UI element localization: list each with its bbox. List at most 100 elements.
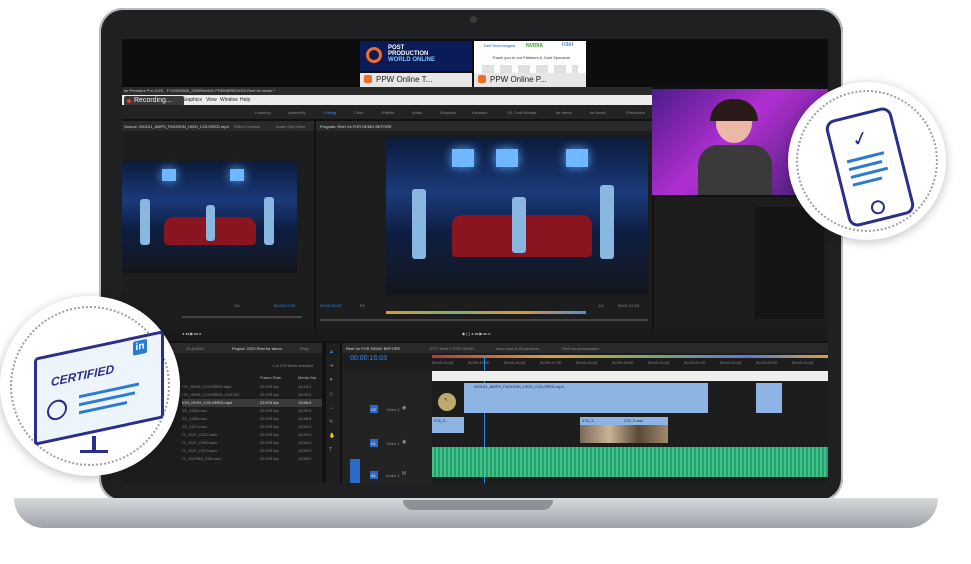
track-headers: V2 Video 2 V1 Video 1 A1 Audio 1 ◉ ◉ M [342,371,432,483]
program-timecode[interactable]: 00:00:16:03 [320,303,341,308]
razor-tool-icon[interactable]: ◇ [329,391,333,397]
table-row[interactable]: IY_1327_C050.mov 23.976 fps 19:54:0 [182,439,322,447]
program-zoom[interactable]: 1/4 [598,303,604,308]
workspace-audio[interactable]: Audio [412,110,422,115]
program-fit[interactable]: Fit [360,303,364,308]
col-media-start[interactable]: Media Sta [298,375,316,380]
workspace-el-cool-monitor[interactable]: EL Cool Monitor [508,110,537,115]
selection-tool-icon[interactable]: ▲ [329,349,334,355]
model-figure [206,205,215,241]
timeline-panel: Reel Vs FOR DEMO BEFORE ETS Tilmit 2 FOR… [342,343,828,483]
tab-source[interactable]: Source: 200101_AMPS_FASHION_HIGH_COLORED… [124,124,229,129]
program-title[interactable]: Program: Reel Vs FOR DEMO BEFORE [320,124,392,129]
type-tool-icon[interactable]: T [329,447,332,453]
table-row[interactable]: ST_1332.mov 23.976 fps 19:30:0 [182,407,322,415]
row-name: IY_1327_C073.mov [182,448,218,453]
table-row[interactable]: ITY_HIGH_COLORED_OUTDO 23.976 fps 15:02:… [182,391,322,399]
col-frame-rate[interactable]: Frame Rate [260,375,281,380]
items-selected: 1 of 179 items selected [272,363,314,368]
tab-audio-clip-mixer[interactable]: Audio Clip Mixer [276,124,305,129]
ppw-tab-right[interactable]: PPW Online P... [474,73,586,87]
tab-timeline-2[interactable]: ETS Tilmit 2 FOR DEMO [430,346,474,351]
tab-timeline-4[interactable]: Reel for presentation [562,346,599,351]
clip-video2-right[interactable] [756,383,782,413]
source-timecode[interactable]: 00:00:07:09 [274,303,295,308]
slip-tool-icon[interactable]: ↔ [329,405,334,411]
home-button-icon [869,198,887,216]
track-target-v2[interactable]: V2 [370,405,378,413]
clip-video1-a[interactable]: 076_0.. [432,417,464,433]
ruler-markers [432,355,828,358]
program-video-frame [386,137,648,295]
workspace-effects[interactable]: Effects [382,110,394,115]
workspace-graphics[interactable]: Graphics [440,110,456,115]
source-patch-a1[interactable] [350,459,360,483]
table-row-selected[interactable]: ION_HIGH_COLORED.mp4 23.976 fps 13:56:0 [182,399,322,407]
tab-timeline-3[interactable]: auto color to fit premiere [496,346,539,351]
clip-video1-b[interactable]: 376_3.. 376_3 aaa [580,417,668,443]
workspace-color[interactable]: Color [354,110,364,115]
row-rate: 23.976 fps [260,416,279,421]
timeline-ruler[interactable]: 00:00:14:00 00:00:15:00 00:00:16:00 00:0… [432,355,828,369]
ppw-tab-icon [478,75,486,83]
tab-project[interactable]: Project: 2020 Reel for demo [232,346,282,351]
program-duration: 00:01:22:23 [618,303,640,308]
row-start: 19:43:0 [298,432,312,437]
table-row[interactable]: ST_1326.mov 23.976 fps 19:46:5 [182,415,322,423]
table-row[interactable]: ITY_HIGH_COLORED.mp4 23.976 fps 14:24:2 [182,383,322,391]
workspace-learning[interactable]: Learning [255,110,271,115]
menu-help[interactable]: Help [240,97,250,103]
timeline-timecode[interactable]: 00:00:16:03 [350,355,387,362]
mute-icon[interactable]: M [402,471,406,477]
menu-window[interactable]: Window [220,97,238,103]
play-controls-program[interactable]: ◆ { } ◂ ◂◂ ▶ ▸▸ ▸ [462,331,491,336]
menu-view[interactable]: View [206,97,217,103]
window-light [566,149,588,167]
table-row[interactable]: IY_1327MA_C06.mov 23.976 fps 19:55:0 [182,455,322,463]
eye-icon[interactable]: ◉ [402,439,406,445]
table-row[interactable]: ST_1371.mov 23.976 fps 19:52:0 [182,423,322,431]
pen-tool-icon[interactable]: ✎ [329,419,333,425]
text-line [852,176,883,187]
clip-b-label: 376_3.. [582,418,596,423]
workspace-for-ameil[interactable]: for Ameil [590,110,606,115]
play-controls-source[interactable]: ◂ ◂◂ ▶ ▸▸ ▸ [182,331,202,336]
workspace-production[interactable]: Production [626,110,645,115]
source-video-frame [122,161,297,273]
screen: POST PRODUCTION WORLD ONLINE Dell Techno… [122,39,828,483]
clip-audio1[interactable] [432,447,828,477]
ruler-tick: 00:00:21:00 [684,360,706,365]
track-select-tool-icon[interactable]: ⇥ [329,363,333,369]
tab-effect-controls[interactable]: Effect Controls [234,124,260,129]
program-scrub-bar[interactable] [320,319,648,321]
workspace-assembly[interactable]: Assembly [288,110,305,115]
source-scrub-bar[interactable] [182,316,302,318]
workspace-libraries[interactable]: Libraries [472,110,487,115]
table-row[interactable]: IY_1327_C022.mov 23.976 fps 19:43:0 [182,431,322,439]
row-start: 13:56:0 [298,400,312,405]
monitor-foot [80,450,108,453]
hand-tool-icon[interactable]: ✋ [329,433,335,439]
table-row[interactable]: IY_1327_C073.mov 23.976 fps 19:50:0 [182,447,322,455]
presenter-body [698,145,772,195]
window-light [452,149,474,167]
cursor-highlight: ↖ [438,393,456,411]
track-target-v1[interactable]: V1 [370,439,378,447]
record-dot-icon [127,99,131,103]
ripple-tool-icon[interactable]: ✦ [329,377,333,383]
workspace-editing[interactable]: Editing [324,110,336,115]
tab-timeline-active[interactable]: Reel Vs FOR DEMO BEFORE [346,346,400,351]
menu-graphics[interactable]: Graphics [182,97,202,103]
track-target-a1[interactable]: A1 [370,471,378,479]
cursor-icon: ↖ [444,397,449,403]
eye-icon[interactable]: ◉ [402,405,406,411]
clip-main-video2[interactable]: 200101_AMPS_FASHION_HIGH_COLORED.mp4 [464,383,708,413]
tab-prog[interactable]: Prog [300,346,308,351]
tab-audio-bin[interactable]: 20 AUDIO [186,346,204,351]
linkedin-icon: in [133,338,147,356]
clip-thumbnail [580,425,668,443]
workspace-for-demo[interactable]: for demo [556,110,572,115]
row-rate: 23.976 fps [260,400,279,405]
source-zoom[interactable]: 1/4 [234,303,240,308]
ppw-tab-left[interactable]: PPW Online T... [360,73,472,87]
